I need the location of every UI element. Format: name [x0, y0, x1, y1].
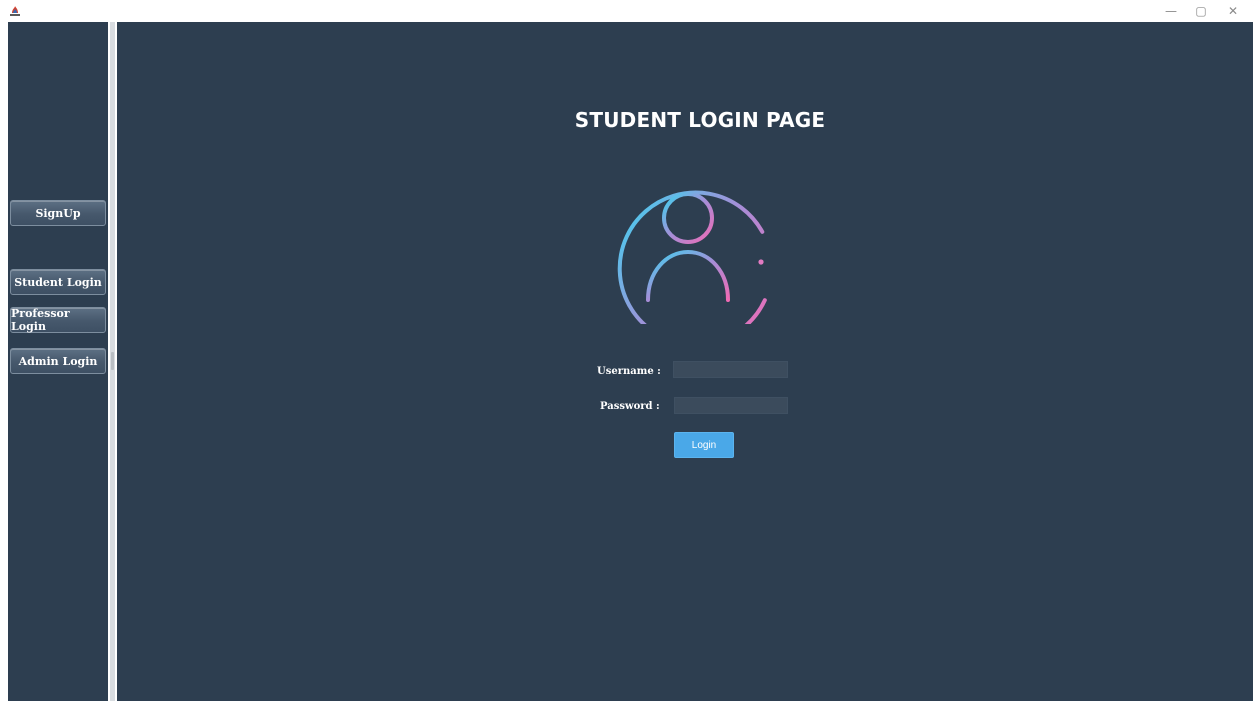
login-button[interactable]: Login — [674, 432, 734, 458]
user-avatar-icon — [617, 190, 767, 324]
title-bar: — ▢ ✕ — [0, 0, 1253, 22]
minimize-button[interactable]: — — [1156, 0, 1186, 22]
signup-button[interactable]: SignUp — [10, 200, 106, 226]
application-window: — ▢ ✕ SignUp Student Login Professor Log… — [0, 0, 1253, 701]
password-input[interactable] — [674, 397, 788, 414]
close-button[interactable]: ✕ — [1218, 0, 1248, 22]
student-login-button[interactable]: Student Login — [10, 269, 106, 295]
maximize-button[interactable]: ▢ — [1186, 0, 1216, 22]
professor-login-button[interactable]: Professor Login — [10, 307, 106, 333]
admin-login-button[interactable]: Admin Login — [10, 348, 106, 374]
username-label: Username : — [597, 366, 661, 377]
divider-grip-handle[interactable] — [111, 352, 114, 370]
window-left-border — [0, 22, 8, 701]
password-label: Password : — [600, 401, 660, 412]
java-app-icon — [8, 4, 22, 18]
page-title: STUDENT LOGIN PAGE — [574, 108, 826, 132]
username-input[interactable] — [673, 361, 788, 378]
